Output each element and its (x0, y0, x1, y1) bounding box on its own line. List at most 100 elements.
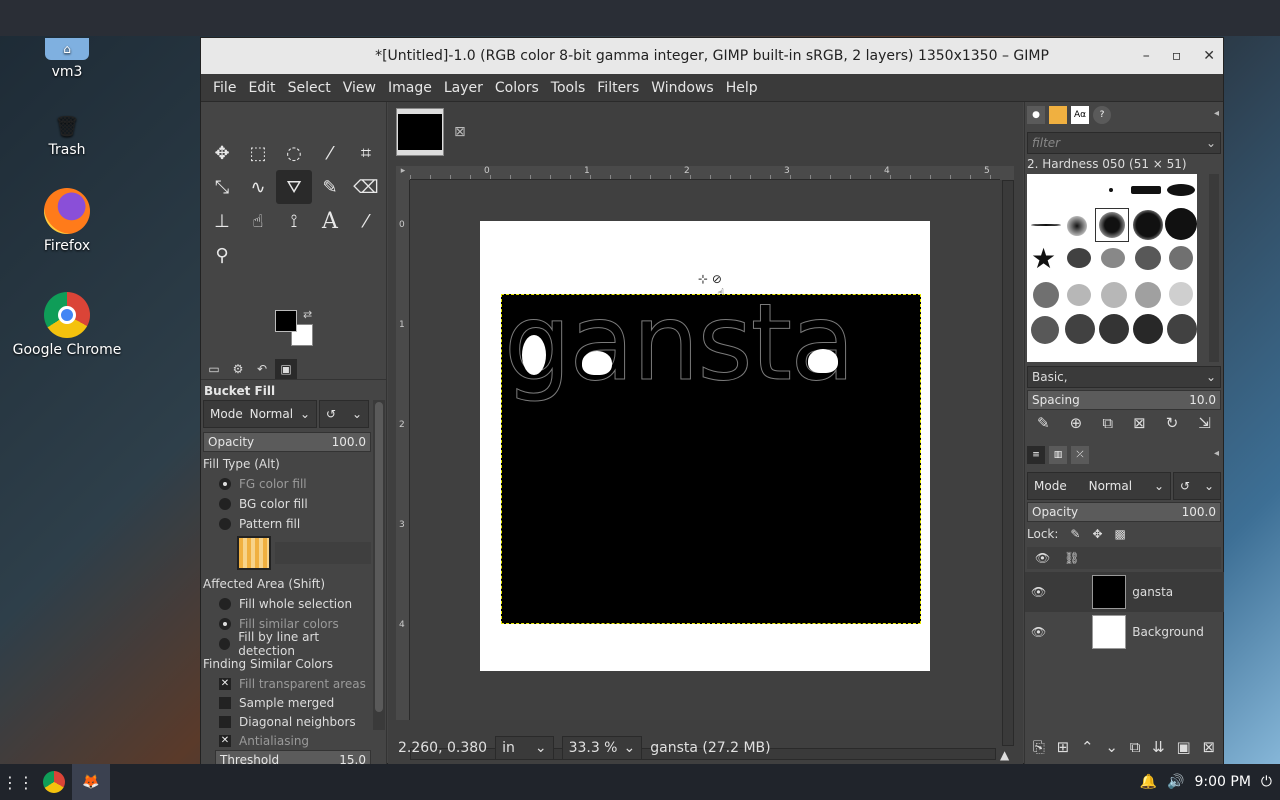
eraser-tool-icon[interactable]: ⌫ (348, 170, 384, 204)
diagonal-neighbors-checkbox[interactable]: Diagonal neighbors (203, 712, 371, 731)
brush-preset-select[interactable]: Basic, ⌄ (1027, 366, 1221, 388)
menu-file[interactable]: File (207, 80, 242, 96)
layers-tab-icon[interactable]: ≡ (1027, 446, 1045, 464)
canvas-area[interactable]: gansta ⊹ ⊘ ☝ (410, 180, 1000, 720)
crop-tool-icon[interactable]: ⌗ (348, 136, 384, 170)
zoom-select[interactable]: 33.3 % ⌄ (561, 736, 643, 760)
desktop-icon-trash[interactable]: 🗑 Trash (12, 114, 122, 158)
pattern-swatch[interactable] (237, 536, 271, 570)
channels-tab-icon[interactable]: ▥ (1049, 446, 1067, 464)
dock-menu-icon[interactable]: ◂ (1214, 448, 1219, 459)
clock[interactable]: 9:00 PM (1195, 774, 1251, 790)
app-grid-icon[interactable]: ⋮⋮ (0, 764, 36, 800)
antialiasing-checkbox[interactable]: ✕ Antialiasing (203, 731, 371, 750)
brush-item[interactable] (1169, 246, 1193, 270)
visibility-eye-icon[interactable]: 👁 (1031, 625, 1046, 639)
brush-scrollbar[interactable] (1209, 174, 1219, 362)
close-icon[interactable]: ✕ (1203, 48, 1215, 64)
zoom-to-fit-icon[interactable] (1000, 166, 1014, 180)
visibility-eye-icon[interactable]: 👁 (1031, 585, 1046, 599)
menu-layer[interactable]: Layer (438, 80, 489, 96)
color-swatches[interactable]: ⇄ (275, 308, 315, 350)
clone-tool-icon[interactable]: ⊥ (204, 204, 240, 238)
layer-mode-select[interactable]: Mode Normal ⌄ (1027, 472, 1171, 500)
brush-item[interactable] (1065, 314, 1095, 344)
brush-item[interactable] (1135, 246, 1161, 270)
duplicate-brush-icon[interactable]: ⧉ (1102, 414, 1113, 432)
brush-item[interactable] (1067, 284, 1091, 306)
mode-select[interactable]: Mode Normal ⌄ (203, 400, 317, 428)
star-brush-icon[interactable]: ★ (1031, 242, 1056, 275)
brush-item[interactable] (1101, 248, 1125, 268)
minimize-icon[interactable]: – (1143, 48, 1150, 64)
brush-item[interactable] (1133, 314, 1163, 344)
move-tool-icon[interactable]: ✥ (204, 136, 240, 170)
taskbar-chrome-icon[interactable] (36, 764, 72, 800)
fonts-tab-icon[interactable]: Aα (1071, 106, 1089, 124)
sample-merged-checkbox[interactable]: Sample merged (203, 693, 371, 712)
undo-history-tab-icon[interactable]: ↶ (251, 359, 273, 379)
images-tab-icon[interactable]: ▣ (275, 358, 297, 379)
menu-tools[interactable]: Tools (545, 80, 592, 96)
unit-select[interactable]: in ⌄ (495, 736, 554, 760)
help-icon[interactable]: ? (1093, 106, 1111, 124)
brush-item[interactable] (1135, 282, 1161, 308)
fuzzy-select-tool-icon[interactable]: ⁄ (312, 136, 348, 170)
vertical-ruler[interactable]: 0 1 2 3 4 (396, 180, 410, 720)
spacing-slider[interactable]: Spacing 10.0 (1027, 390, 1221, 410)
open-brush-icon[interactable]: ⇲ (1198, 414, 1211, 432)
close-image-tab-icon[interactable]: ⊠ (454, 124, 466, 140)
tool-options-scrollbar[interactable] (373, 400, 385, 730)
refresh-brushes-icon[interactable]: ↻ (1166, 414, 1179, 432)
window-titlebar[interactable]: *[Untitled]-1.0 (RGB color 8-bit gamma i… (201, 38, 1223, 74)
lock-position-icon[interactable]: ✥ (1092, 527, 1102, 541)
new-brush-icon[interactable]: ⊕ (1070, 414, 1083, 432)
brush-item[interactable] (1099, 314, 1129, 344)
warp-tool-icon[interactable]: ∿ (240, 170, 276, 204)
swap-colors-icon[interactable]: ⇄ (303, 308, 312, 321)
menu-image[interactable]: Image (382, 80, 438, 96)
paintbrush-tool-icon[interactable]: ✎ (312, 170, 348, 204)
brush-item[interactable] (1133, 210, 1163, 240)
device-status-tab-icon[interactable]: ⚙ (227, 359, 249, 379)
pattern-name-field[interactable] (275, 542, 371, 564)
power-icon[interactable]: ⏻ (1261, 774, 1272, 790)
layer-mode-reset[interactable]: ↺ ⌄ (1173, 472, 1221, 500)
fill-fg-radio[interactable]: FG color fill (203, 474, 371, 494)
mask-layer-icon[interactable]: ▣ (1177, 738, 1191, 756)
patterns-tab-icon[interactable] (1049, 106, 1067, 124)
desktop-icon-chrome[interactable]: Google Chrome (12, 292, 122, 358)
delete-layer-icon[interactable]: ⊠ (1202, 738, 1215, 756)
fill-pattern-radio[interactable]: Pattern fill (203, 514, 371, 534)
layer-opacity-slider[interactable]: Opacity 100.0 (1027, 502, 1221, 522)
bucket-fill-tool-icon[interactable]: ⛛ (276, 170, 312, 204)
notification-bell-icon[interactable]: 🔔 (1140, 774, 1157, 790)
lower-layer-icon[interactable]: ⌄ (1105, 738, 1118, 756)
menu-view[interactable]: View (337, 80, 382, 96)
quick-mask-toggle[interactable]: ▸ (396, 166, 410, 180)
fill-line-art-radio[interactable]: Fill by line art detection (203, 630, 371, 658)
brush-item[interactable] (1131, 186, 1161, 194)
transform-tool-icon[interactable]: ⤡ (204, 170, 240, 204)
tool-options-tab-icon[interactable]: ▭ (203, 359, 225, 379)
desktop-icon-vm3[interactable]: ⌂ vm3 (12, 38, 122, 80)
brush-item[interactable] (1031, 224, 1061, 226)
fill-transparent-checkbox[interactable]: ✕ Fill transparent areas (203, 674, 371, 693)
menu-colors[interactable]: Colors (489, 80, 545, 96)
new-layer-icon[interactable]: ⎘ (1033, 738, 1045, 756)
horizontal-ruler[interactable]: 0 1 2 3 4 5 (410, 166, 1000, 180)
vertical-scrollbar[interactable] (1002, 180, 1014, 746)
menu-help[interactable]: Help (720, 80, 764, 96)
duplicate-layer-icon[interactable]: ⧉ (1130, 738, 1141, 756)
layer-item-gansta[interactable]: 👁 gansta (1025, 572, 1224, 612)
volume-icon[interactable]: 🔊 (1167, 774, 1184, 790)
raise-layer-icon[interactable]: ⌃ (1081, 738, 1094, 756)
color-picker-tool-icon[interactable]: ⁄ (348, 204, 384, 238)
brush-item[interactable] (1167, 184, 1195, 196)
fill-whole-selection-radio[interactable]: Fill whole selection (203, 594, 371, 614)
brush-item[interactable] (1067, 248, 1091, 268)
opacity-slider[interactable]: Opacity 100.0 (203, 432, 371, 452)
lock-alpha-icon[interactable]: ▩ (1115, 527, 1126, 541)
lock-pixels-icon[interactable]: ✎ (1070, 527, 1080, 541)
brush-item[interactable] (1169, 282, 1193, 306)
